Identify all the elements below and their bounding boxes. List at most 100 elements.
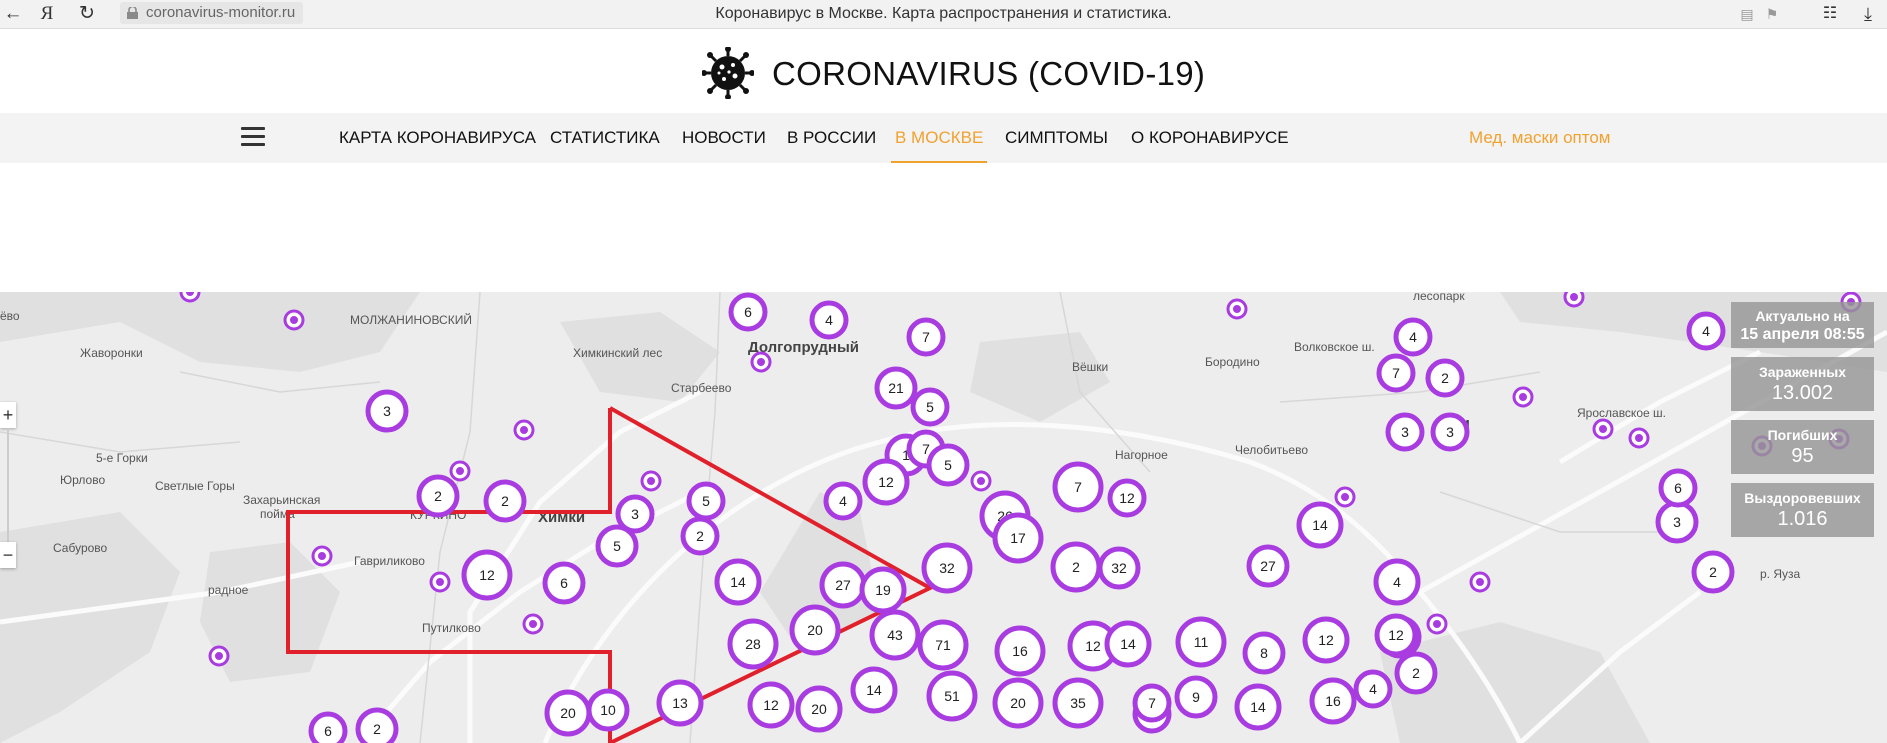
address-bar[interactable]: coronavirus-monitor.ru [120, 2, 304, 24]
case-marker[interactable] [1628, 427, 1650, 449]
cluster-marker[interactable]: 20 [992, 677, 1044, 729]
nav-item-statistics[interactable]: СТАТИСТИКА [550, 113, 660, 163]
cluster-marker[interactable]: 11 [1175, 616, 1227, 668]
cluster-marker[interactable]: 3 [1655, 500, 1699, 544]
cluster-marker[interactable]: 32 [921, 542, 973, 594]
cluster-marker[interactable]: 27 [1246, 544, 1290, 588]
cluster-marker[interactable]: 2 [1425, 358, 1465, 398]
case-marker[interactable] [640, 470, 662, 492]
cluster-marker[interactable]: 2 [680, 516, 720, 556]
case-marker[interactable] [1426, 613, 1448, 635]
cluster-marker[interactable]: 6 [542, 561, 586, 605]
cluster-marker[interactable]: 10 [586, 688, 630, 732]
cluster-marker[interactable]: 7 [1052, 461, 1104, 513]
cluster-marker[interactable]: 7 [1376, 353, 1416, 393]
cluster-marker[interactable]: 7 [1132, 683, 1172, 723]
nav-item-about[interactable]: О КОРОНАВИРУСЕ [1131, 113, 1289, 163]
virus-icon[interactable] [702, 47, 754, 99]
cluster-marker[interactable]: 14 [1234, 683, 1282, 731]
case-marker[interactable] [1592, 418, 1614, 440]
cluster-marker[interactable]: 4 [1393, 317, 1433, 357]
cluster-marker[interactable]: 4 [809, 300, 849, 340]
cluster-marker[interactable]: 12 [461, 549, 513, 601]
bookmark-icon[interactable]: ⚑ [1762, 4, 1782, 24]
cluster-marker[interactable]: 14 [1104, 620, 1152, 668]
case-marker[interactable] [970, 470, 992, 492]
case-marker[interactable] [1512, 386, 1534, 408]
cluster-marker[interactable]: 43 [869, 609, 921, 661]
cluster-marker[interactable]: 5 [910, 387, 950, 427]
cluster-marker[interactable]: 5 [926, 443, 970, 487]
nav-item-moscow[interactable]: В МОСКВЕ [890, 113, 988, 163]
reload-icon[interactable]: ↻ [74, 2, 100, 26]
case-marker[interactable] [311, 545, 333, 567]
cluster-marker[interactable]: 3 [1430, 412, 1470, 452]
cluster-marker[interactable]: 71 [917, 619, 969, 671]
cluster-marker[interactable]: 3 [1385, 412, 1425, 452]
cluster-marker[interactable]: 32 [1097, 546, 1141, 590]
case-marker[interactable] [208, 645, 230, 667]
moscow-map[interactable]: ёво МОЛЖАНИНОВСКИЙ Жаворонки 5-е Горки Ю… [0, 292, 1887, 743]
cluster-marker[interactable]: 12 [1107, 478, 1147, 518]
cluster-marker[interactable]: 2 [355, 707, 399, 743]
cluster-marker[interactable]: 16 [1309, 677, 1357, 725]
yandex-logo-icon[interactable]: Я [34, 2, 60, 26]
reader-mode-icon[interactable]: ▤ [1737, 4, 1757, 24]
cluster-marker[interactable]: 4 [1373, 558, 1421, 606]
cluster-marker[interactable]: 51 [926, 670, 978, 722]
cluster-marker[interactable]: 4 [1353, 669, 1393, 709]
case-marker[interactable] [179, 292, 201, 303]
cluster-marker[interactable]: 16 [994, 625, 1046, 677]
cluster-marker[interactable]: 35 [1052, 677, 1104, 729]
cluster-marker[interactable]: 27 [819, 561, 867, 609]
back-arrow-icon[interactable]: ← [0, 2, 26, 26]
cluster-marker[interactable]: 20 [544, 689, 592, 737]
cluster-marker[interactable]: 2 [483, 479, 527, 523]
cluster-marker[interactable]: 20 [795, 685, 843, 733]
translate-icon[interactable]: ☷ [1820, 4, 1840, 24]
cluster-marker[interactable]: 2 [1050, 541, 1102, 593]
cluster-marker[interactable]: 6 [308, 711, 348, 743]
map-canvas[interactable]: ёво МОЛЖАНИНОВСКИЙ Жаворонки 5-е Горки Ю… [0, 292, 1887, 743]
cluster-marker[interactable]: 8 [1242, 631, 1286, 675]
cluster-marker[interactable]: 4 [823, 481, 863, 521]
cluster-marker[interactable]: 12 [1374, 613, 1418, 657]
zoom-out-button[interactable]: − [0, 542, 16, 568]
nav-item-symptoms[interactable]: СИМПТОМЫ [1005, 113, 1108, 163]
cluster-marker[interactable]: 7 [906, 317, 946, 357]
cluster-marker[interactable]: 6 [1658, 468, 1698, 508]
cluster-marker[interactable]: 28 [727, 618, 779, 670]
cluster-marker[interactable]: 5 [686, 481, 726, 521]
cluster-marker[interactable]: 12 [747, 681, 795, 729]
cluster-marker[interactable]: 13 [656, 679, 704, 727]
case-marker[interactable] [1469, 571, 1491, 593]
case-marker[interactable] [1563, 292, 1585, 308]
nav-item-news[interactable]: НОВОСТИ [682, 113, 766, 163]
cluster-marker[interactable]: 2 [1691, 550, 1735, 594]
case-marker[interactable] [429, 571, 451, 593]
hamburger-menu-icon[interactable] [241, 127, 265, 147]
cluster-marker[interactable]: 14 [1296, 501, 1344, 549]
case-marker[interactable] [522, 613, 544, 635]
cluster-marker[interactable]: 14 [850, 666, 898, 714]
site-title[interactable]: CORONAVIRUS (COVID-19) [772, 52, 1205, 96]
nav-item-russia[interactable]: В РОССИИ [787, 113, 876, 163]
cluster-marker[interactable]: 14 [714, 558, 762, 606]
cluster-marker[interactable]: 19 [859, 566, 907, 614]
masks-promo-link[interactable]: Мед. маски оптом [1469, 113, 1611, 163]
cluster-marker[interactable]: 6 [728, 292, 768, 332]
case-marker[interactable] [1226, 298, 1248, 320]
cluster-marker[interactable]: 20 [789, 604, 841, 656]
zoom-slider-track[interactable] [7, 428, 9, 548]
cluster-marker[interactable]: 12 [1302, 616, 1350, 664]
cluster-marker[interactable]: 12 [862, 458, 910, 506]
case-marker[interactable] [750, 351, 772, 373]
case-marker[interactable] [283, 309, 305, 331]
download-icon[interactable]: ⤓ [1858, 4, 1878, 24]
case-marker[interactable] [513, 419, 535, 441]
cluster-marker[interactable]: 21 [874, 366, 918, 410]
cluster-marker[interactable]: 2 [416, 474, 460, 518]
cluster-marker[interactable]: 17 [992, 512, 1044, 564]
cluster-marker[interactable]: 2 [1394, 651, 1438, 695]
nav-item-map[interactable]: КАРТА КОРОНАВИРУСА [339, 113, 536, 163]
